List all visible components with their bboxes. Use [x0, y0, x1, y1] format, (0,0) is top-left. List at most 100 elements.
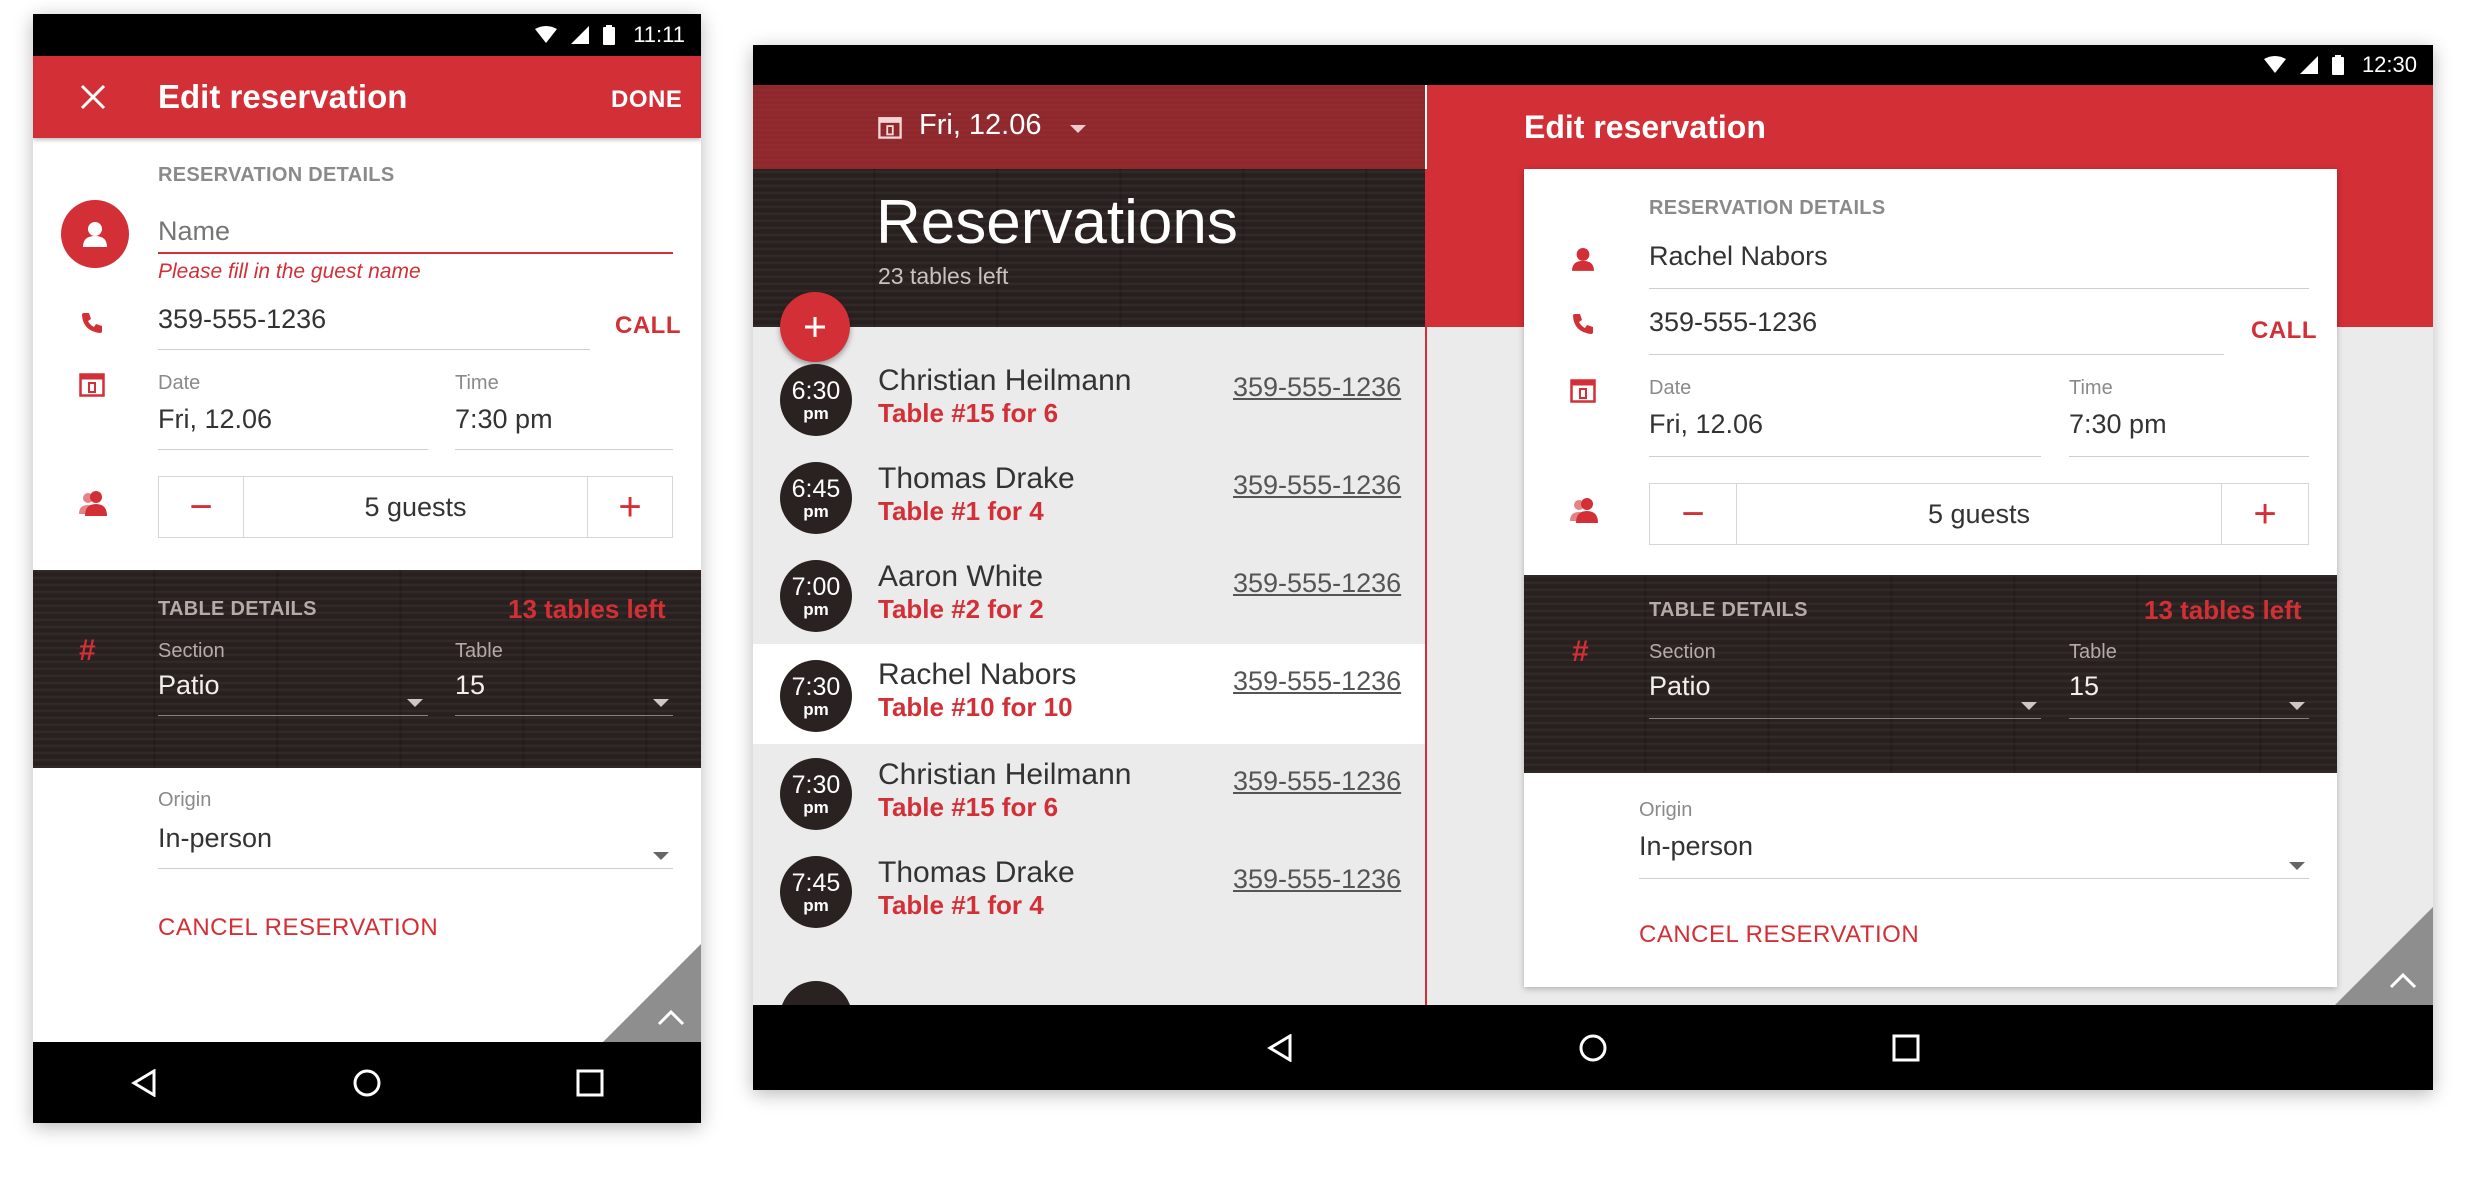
close-icon[interactable]	[80, 84, 106, 110]
guests-stepper: − 5 guests +	[1649, 483, 2309, 545]
call-button[interactable]: CALL	[615, 312, 681, 340]
wifi-icon	[535, 26, 558, 43]
cancel-reservation-button[interactable]: CANCEL RESERVATION	[1639, 921, 1919, 949]
phone-link[interactable]: 359-555-1236	[1233, 568, 1401, 599]
person-avatar-icon	[61, 200, 129, 268]
home-icon[interactable]	[1558, 1013, 1628, 1083]
edit-card: RESERVATION DETAILS Rachel Nabors 359-55…	[1524, 169, 2337, 987]
status-bar: 11:11	[33, 14, 701, 56]
reservation-details-label: RESERVATION DETAILS	[1649, 197, 1886, 219]
time-badge: 6:30 pm	[780, 364, 852, 436]
phone-screen: 11:11 Edit reservation DONE RESERVATION …	[33, 14, 701, 1123]
recents-icon[interactable]	[1871, 1013, 1941, 1083]
reservation-row[interactable]: 7:45 pm Thomas Drake Table #1 for 4 359-5…	[753, 842, 1425, 942]
origin-label: Origin	[1639, 799, 1693, 821]
scroll-up-corner-button[interactable]	[603, 944, 701, 1042]
calendar-icon	[1570, 379, 1596, 403]
guests-stepper: − 5 guests +	[158, 476, 673, 538]
name-field[interactable]: Rachel Nabors	[1649, 241, 2309, 289]
table-info: Table #10 for 10	[878, 692, 1073, 722]
date-field[interactable]: Fri, 12.06	[158, 404, 428, 450]
date-field[interactable]: Fri, 12.06	[1649, 409, 2041, 457]
recents-icon[interactable]	[555, 1048, 625, 1118]
reservation-details-label: RESERVATION DETAILS	[158, 164, 395, 186]
status-time: 12:30	[2361, 52, 2417, 77]
list-title: Reservations	[876, 188, 1238, 257]
table-dropdown-icon	[2289, 702, 2305, 710]
time-label: Time	[2069, 377, 2113, 399]
date-dropdown-icon[interactable]	[1070, 125, 1086, 133]
table-select[interactable]: 15	[455, 670, 673, 716]
phone-link[interactable]: 359-555-1236	[1233, 766, 1401, 797]
phone-link[interactable]: 359-555-1236	[1233, 864, 1401, 895]
phone-link[interactable]: 359-555-1236	[1233, 372, 1401, 403]
time-badge: 7:00 pm	[780, 560, 852, 632]
time-field[interactable]: 7:30 pm	[455, 404, 673, 450]
origin-dropdown-icon	[653, 852, 669, 860]
calendar-icon	[878, 117, 902, 139]
table-dropdown-icon	[653, 699, 669, 707]
tables-left-text: 13 tables left	[508, 594, 666, 624]
plus-icon	[805, 317, 825, 337]
time-badge: 6:45 pm	[780, 462, 852, 534]
person-icon	[1572, 248, 1594, 271]
battery-icon	[603, 25, 616, 45]
phone-field[interactable]: 359-555-1236	[1649, 307, 2224, 355]
time-field[interactable]: 7:30 pm	[2069, 409, 2309, 457]
decrease-guests-button[interactable]: −	[1650, 484, 1736, 544]
back-icon[interactable]	[1245, 1013, 1315, 1083]
increase-guests-button[interactable]: +	[588, 477, 672, 537]
guest-name: Thomas Drake	[878, 462, 1075, 495]
phone-field[interactable]: 359-555-1236	[158, 304, 590, 350]
section-select[interactable]: Patio	[1649, 671, 2041, 719]
date-label: Date	[1649, 377, 1692, 399]
guest-name: Thomas Drake	[878, 856, 1075, 889]
edit-title: Edit reservation	[1524, 109, 1766, 145]
guests-icon	[79, 491, 107, 516]
time-badge-partial	[780, 981, 852, 1005]
reservation-row-selected[interactable]: 7:30 pm Rachel Nabors Table #10 for 10 35…	[753, 644, 1425, 744]
phone-link[interactable]: 359-555-1236	[1233, 666, 1401, 697]
section-select[interactable]: Patio	[158, 670, 428, 716]
table-select[interactable]: 15	[2069, 671, 2309, 719]
guests-value: 5 guests	[243, 477, 588, 537]
navigation-bar	[753, 1005, 2433, 1090]
date-selector[interactable]: Fri, 12.06	[919, 109, 1042, 142]
scroll-up-corner-button[interactable]	[2335, 907, 2433, 1005]
table-info: Table #15 for 6	[878, 792, 1059, 822]
cancel-reservation-button[interactable]: CANCEL RESERVATION	[158, 914, 438, 942]
section-label: Section	[1649, 641, 1716, 663]
origin-select[interactable]: In-person	[1639, 831, 2309, 879]
time-badge: 7:45 pm	[780, 856, 852, 928]
list-subtitle: 23 tables left	[878, 263, 1009, 289]
reservation-row[interactable]: 7:30 pm Christian Heilmann Table #15 for …	[753, 744, 1425, 844]
home-icon[interactable]	[332, 1048, 402, 1118]
increase-guests-button[interactable]: +	[2222, 484, 2308, 544]
toolbar-title: Edit reservation	[158, 78, 408, 115]
status-bar: 12:30	[753, 45, 2433, 85]
table-details-panel: TABLE DETAILS 13 tables left # Section P…	[1524, 575, 2337, 773]
signal-icon	[571, 26, 590, 44]
call-button[interactable]: CALL	[2251, 317, 2317, 345]
section-label: Section	[158, 640, 225, 662]
decrease-guests-button[interactable]: −	[159, 477, 243, 537]
reservation-row[interactable]: 7:00 pm Aaron White Table #2 for 2 359-55…	[753, 546, 1425, 646]
navigation-bar	[33, 1042, 701, 1123]
hash-icon: #	[1572, 635, 1589, 668]
time-label: Time	[455, 372, 499, 394]
section-dropdown-icon	[2021, 702, 2037, 710]
guests-icon	[1570, 498, 1598, 523]
table-info: Table #1 for 4	[878, 890, 1044, 920]
signal-icon	[2299, 56, 2318, 74]
done-button[interactable]: DONE	[611, 86, 682, 114]
table-details-panel: TABLE DETAILS 13 tables left # Section P…	[33, 570, 701, 768]
reservation-row[interactable]: 6:30 pm Christian Heilmann Table #15 for …	[753, 350, 1425, 450]
reservation-row[interactable]: 6:45 pm Thomas Drake Table #1 for 4 359-5…	[753, 448, 1425, 548]
battery-icon	[2331, 55, 2344, 75]
phone-link[interactable]: 359-555-1236	[1233, 470, 1401, 501]
guests-value: 5 guests	[1736, 484, 2222, 544]
back-icon[interactable]	[109, 1048, 179, 1118]
origin-select[interactable]: In-person	[158, 823, 673, 869]
status-time: 11:11	[633, 22, 685, 47]
name-field[interactable]	[158, 210, 673, 254]
